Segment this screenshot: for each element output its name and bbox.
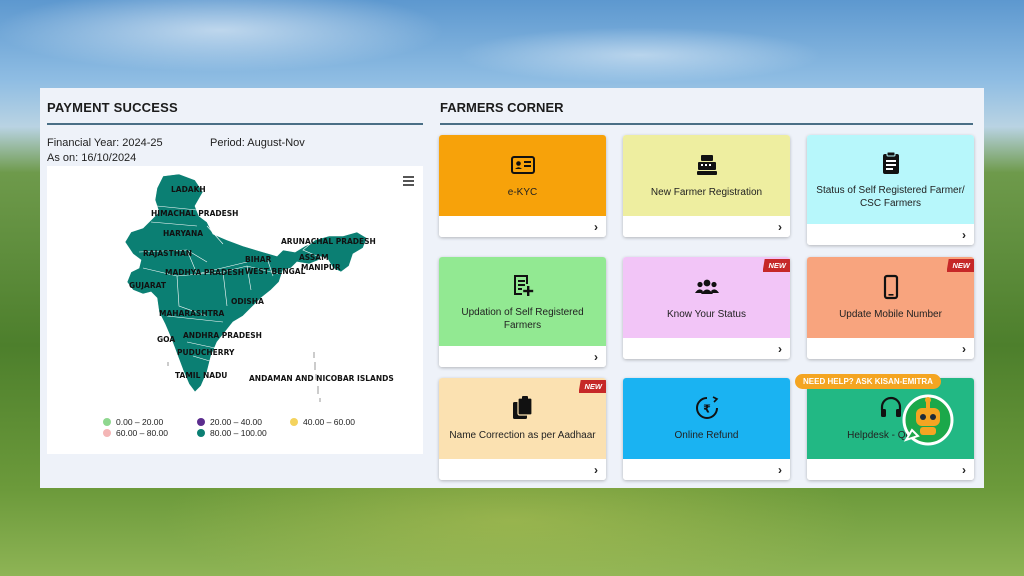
new-badge: NEW [762, 259, 790, 272]
label-westbengal: WEST BENGAL [245, 267, 306, 276]
label-rajasthan: RAJASTHAN [143, 249, 192, 258]
as-on-date: As on: 16/10/2024 [47, 152, 137, 164]
tile-label: Update Mobile Number [839, 309, 942, 320]
label-manipur: MANIPUR [301, 263, 341, 272]
tile-status-self-registered[interactable]: Status of Self Registered Farmer/ CSC Fa… [807, 135, 974, 245]
chevron-right-icon: › [778, 463, 782, 477]
tile-online-refund[interactable]: ₹ Online Refund › [623, 378, 790, 480]
label-andhra: ANDHRA PRADESH [183, 331, 262, 340]
payment-success-title: PAYMENT SUCCESS [47, 100, 423, 125]
tile-label: Name Correction as per Aadhaar [449, 430, 596, 441]
label-andaman: ANDAMAN AND NICOBAR ISLANDS [249, 374, 394, 383]
svg-text:₹: ₹ [703, 403, 711, 416]
tile-name-correction[interactable]: NEW Name Correction as per Aadhaar › [439, 378, 606, 480]
chatbot-icon[interactable] [898, 390, 956, 448]
financial-year: Financial Year: 2024-25 [47, 137, 163, 149]
legend-item[interactable]: 0.00 – 20.00 [103, 417, 163, 427]
label-assam: ASSAM [299, 253, 329, 262]
legend-item[interactable]: 40.00 – 60.00 [290, 417, 355, 427]
main-panel: PAYMENT SUCCESS Financial Year: 2024-25 … [40, 88, 984, 488]
chevron-right-icon: › [778, 220, 782, 234]
payment-meta: Financial Year: 2024-25 Period: August-N… [47, 137, 305, 164]
label-gujarat: GUJARAT [129, 281, 167, 290]
label-tamil: TAMIL NADU [175, 371, 227, 380]
clipboard-icon [882, 151, 899, 174]
label-odisha: ODISHA [231, 297, 264, 306]
chevron-right-icon: › [962, 342, 966, 356]
rupee-refund-icon: ₹ [695, 396, 718, 419]
new-badge: NEW [578, 380, 606, 393]
tile-know-your-status[interactable]: NEW Know Your Status › [623, 257, 790, 359]
legend-item[interactable]: 20.00 – 40.00 [197, 417, 262, 427]
legend-item[interactable]: 60.00 – 80.00 [103, 428, 168, 438]
id-card-icon [510, 156, 535, 174]
label-goa: GOA [157, 335, 175, 344]
label-haryana: HARYANA [163, 229, 203, 238]
cash-register-icon [696, 155, 717, 175]
india-map-card: LADAKH HIMACHAL PRADESH HARYANA RAJASTHA… [47, 166, 423, 454]
edit-list-icon [513, 274, 533, 296]
tile-updation-self-registered[interactable]: Updation of Self Registered Farmers › [439, 257, 606, 367]
tile-update-mobile-number[interactable]: NEW Update Mobile Number › [807, 257, 974, 359]
label-ladakh: LADAKH [171, 185, 206, 194]
label-bihar: BIHAR [245, 255, 272, 264]
tile-label: Updation of Self Registered Farmers [461, 306, 584, 331]
copy-icon [512, 396, 533, 419]
chevron-right-icon: › [594, 350, 598, 364]
label-himachal: HIMACHAL PRADESH [151, 209, 238, 218]
chevron-right-icon: › [594, 463, 598, 477]
chevron-right-icon: › [962, 228, 966, 242]
label-arunachal: ARUNACHAL PRADESH [281, 237, 376, 246]
chevron-right-icon: › [778, 342, 782, 356]
chevron-right-icon: › [594, 220, 598, 234]
label-maharashtra: MAHARASHTRA [159, 309, 224, 318]
chevron-right-icon: › [962, 463, 966, 477]
users-icon [694, 279, 719, 294]
mobile-icon [883, 274, 898, 300]
new-badge: NEW [946, 259, 974, 272]
tile-label: Know Your Status [667, 309, 746, 320]
india-map[interactable]: LADAKH HIMACHAL PRADESH HARYANA RAJASTHA… [47, 166, 423, 416]
label-madhya: MADHYA PRADESH [165, 268, 244, 277]
legend-item[interactable]: 80.00 – 100.00 [197, 428, 267, 438]
label-puducherry: PUDUCHERRY [177, 348, 235, 357]
tile-label: Online Refund [674, 430, 739, 441]
tile-new-farmer-registration[interactable]: New Farmer Registration › [623, 135, 790, 237]
tile-label: New Farmer Registration [650, 187, 763, 198]
farmers-corner-title: FARMERS CORNER [440, 100, 973, 125]
tile-label: e-KYC [507, 187, 538, 198]
tile-label: Status of Self Registered Farmer/ CSC Fa… [816, 184, 965, 209]
need-help-pill[interactable]: NEED HELP? ASK KISAN-EMITRA [795, 374, 941, 389]
period: Period: August-Nov [210, 137, 305, 149]
tile-ekyc[interactable]: e-KYC › [439, 135, 606, 237]
